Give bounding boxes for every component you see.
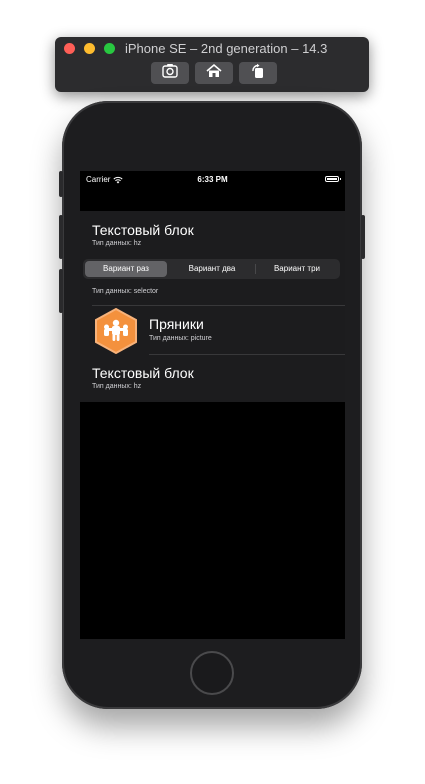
rotate-button[interactable] <box>239 62 277 84</box>
volume-up-button <box>59 215 63 259</box>
minimize-window-button[interactable] <box>84 43 95 54</box>
status-time: 6:33 PM <box>197 175 228 184</box>
device-screen: Carrier 6:33 PM Текстовый блок Тип данны… <box>80 171 345 639</box>
simulator-toolbar: iPhone SE – 2nd generation – 14.3 <box>55 37 369 92</box>
cell-title: Пряники <box>149 316 204 332</box>
selector-cell: Вариант раз Вариант два Вариант три Тип … <box>80 251 345 305</box>
segment-variant-3[interactable]: Вариант три <box>256 261 338 277</box>
status-bar: Carrier 6:33 PM <box>80 171 345 189</box>
home-toolbar-button[interactable] <box>195 62 233 84</box>
simulator-title: iPhone SE – 2nd generation – 14.3 <box>125 41 328 56</box>
close-window-button[interactable] <box>64 43 75 54</box>
gingerbread-picture-icon <box>95 308 137 354</box>
cell-title: Текстовый блок <box>92 365 194 381</box>
text-block-cell[interactable]: Текстовый блок Тип данных: hz <box>80 211 345 251</box>
cell-subtitle: Тип данных: hz <box>92 240 142 247</box>
cell-subtitle: Тип данных: selector <box>92 288 159 295</box>
text-block-cell[interactable]: Текстовый блок Тип данных: hz <box>80 355 345 402</box>
battery-icon <box>325 176 341 182</box>
cell-title: Текстовый блок <box>92 222 194 238</box>
segment-variant-2[interactable]: Вариант два <box>171 261 253 277</box>
cell-subtitle: Тип данных: picture <box>149 335 212 342</box>
home-icon <box>204 62 224 85</box>
rotate-icon <box>248 62 268 85</box>
screenshot-button[interactable] <box>151 62 189 84</box>
power-button <box>361 215 365 259</box>
table-view: Текстовый блок Тип данных: hz Вариант ра… <box>80 211 345 402</box>
mute-switch <box>59 171 63 197</box>
segment-variant-1[interactable]: Вариант раз <box>85 261 167 277</box>
screenshot-icon <box>160 62 180 85</box>
home-button[interactable] <box>190 651 234 695</box>
cell-subtitle: Тип данных: hz <box>92 383 142 390</box>
zoom-window-button[interactable] <box>104 43 115 54</box>
volume-down-button <box>59 269 63 313</box>
segmented-control[interactable]: Вариант раз Вариант два Вариант три <box>83 259 340 279</box>
